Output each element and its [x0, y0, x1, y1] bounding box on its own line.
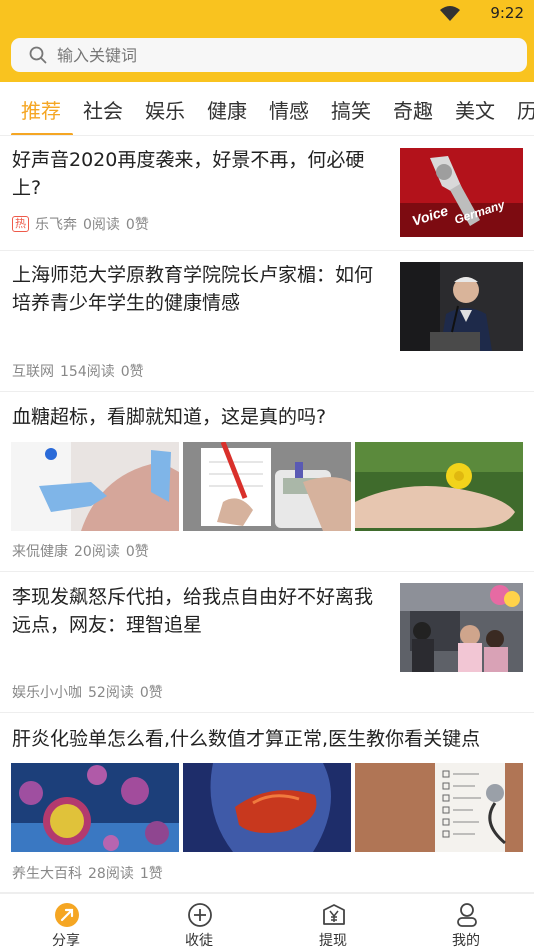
article-item[interactable]: 上海师范大学原教育学院院长卢家楣：如何培养青少年学生的健康情感 互联网 154阅读…	[0, 251, 534, 392]
wifi-icon	[440, 6, 460, 21]
article-item[interactable]: 李现发飙怒斥代拍，给我点自由好不好离我远点，网友：理智追星 娱乐小小咖 52阅读 0…	[0, 572, 534, 713]
nav-withdraw[interactable]: 提现	[283, 894, 383, 949]
article-source: 互联网	[12, 364, 54, 380]
tab-funny[interactable]: 搞笑	[331, 95, 371, 124]
category-tabs: 推荐 社会 娱乐 健康 情感 搞笑 奇趣 美文 历	[0, 82, 534, 136]
nav-recruit[interactable]: 收徒	[149, 894, 249, 949]
article-item[interactable]: 血糖超标，看脚就知道，这是真的吗? 来侃健康 20阅读 0赞	[0, 392, 534, 572]
voice-of-germany-thumbnail[interactable]: Voice Germany	[400, 148, 523, 237]
share-icon	[55, 903, 79, 927]
nav-profile[interactable]: 我的	[416, 894, 516, 949]
article-meta: 来侃健康 20阅读 0赞	[12, 541, 155, 561]
nav-withdraw-label: 提现	[319, 933, 347, 949]
article-reads: 20阅读	[74, 544, 120, 560]
virus-particles[interactable]	[11, 763, 179, 852]
plus-circle-icon	[188, 903, 212, 927]
tab-curious[interactable]: 奇趣	[393, 95, 433, 124]
tab-recommend[interactable]: 推荐	[21, 95, 61, 124]
article-title[interactable]: 李现发飙怒斥代拍，给我点自由好不好离我远点，网友：理智追星	[12, 583, 387, 639]
blood-glucose-meter[interactable]	[183, 442, 351, 531]
article-source: 来侃健康	[12, 544, 68, 560]
profile-icon	[457, 903, 477, 927]
article-reads: 0阅读	[83, 217, 120, 233]
tab-health[interactable]: 健康	[207, 95, 247, 124]
nav-profile-label: 我的	[452, 933, 480, 949]
status-bar: 9:22	[0, 0, 534, 30]
article-likes: 0赞	[120, 364, 144, 380]
article-meta: 热乐飞奔 0阅读 0赞	[12, 214, 155, 234]
search-icon	[29, 46, 47, 64]
article-likes: 1赞	[139, 866, 163, 882]
status-time: 9:22	[490, 4, 524, 22]
article-title[interactable]: 好声音2020再度袭来，好景不再，何必硬上?	[12, 146, 387, 202]
tab-society[interactable]: 社会	[83, 95, 123, 124]
bottom-navigation: 分享 收徒 提现 我的	[0, 893, 534, 949]
top-header: 9:22	[0, 0, 534, 82]
article-source: 乐飞奔	[35, 217, 77, 233]
article-title[interactable]: 上海师范大学原教育学院院长卢家楣：如何培养青少年学生的健康情感	[12, 261, 387, 317]
article-likes: 0赞	[125, 544, 149, 560]
doctor-examining-leg[interactable]	[11, 442, 179, 531]
search-input[interactable]	[57, 38, 507, 72]
article-title[interactable]: 肝炎化验单怎么看,什么数值才算正常,医生教你看关键点	[12, 725, 527, 753]
article-source: 娱乐小小咖	[12, 685, 82, 701]
article-likes: 0赞	[125, 217, 149, 233]
article-meta: 互联网 154阅读 0赞	[12, 361, 150, 381]
article-meta: 养生大百科 28阅读 1赞	[12, 863, 169, 883]
article-reads: 52阅读	[88, 685, 134, 701]
article-source: 养生大百科	[12, 866, 82, 882]
search-bar[interactable]	[11, 38, 527, 72]
tab-history[interactable]: 历	[517, 95, 534, 124]
article-meta: 娱乐小小咖 52阅读 0赞	[12, 682, 169, 702]
tab-emotion[interactable]: 情感	[269, 95, 309, 124]
tab-entertainment[interactable]: 娱乐	[145, 95, 185, 124]
article-reads: 28阅读	[88, 866, 134, 882]
nav-share[interactable]: 分享	[16, 894, 116, 949]
medical-checklist-stethoscope[interactable]	[355, 763, 523, 852]
article-title[interactable]: 血糖超标，看脚就知道，这是真的吗?	[12, 403, 522, 431]
article-reads: 154阅读	[60, 364, 115, 380]
article-item[interactable]: 好声音2020再度袭来，好景不再，何必硬上? 热乐飞奔 0阅读 0赞 Voice G…	[0, 137, 534, 251]
liver-illustration[interactable]	[183, 763, 351, 852]
nav-share-label: 分享	[52, 933, 80, 949]
speaker-at-podium-thumbnail[interactable]	[400, 262, 523, 351]
nav-recruit-label: 收徒	[185, 933, 213, 949]
hot-badge: 热	[12, 216, 29, 232]
active-tab-indicator	[11, 133, 73, 135]
article-likes: 0赞	[139, 685, 163, 701]
foot-with-dandelion[interactable]	[355, 442, 523, 531]
article-item[interactable]: 肝炎化验单怎么看,什么数值才算正常,医生教你看关键点 养生大百科 28阅读 1赞	[0, 713, 534, 893]
wallet-yen-icon	[323, 904, 345, 925]
celebrity-crowd-thumbnail[interactable]	[400, 583, 523, 672]
tab-essays[interactable]: 美文	[455, 95, 495, 124]
